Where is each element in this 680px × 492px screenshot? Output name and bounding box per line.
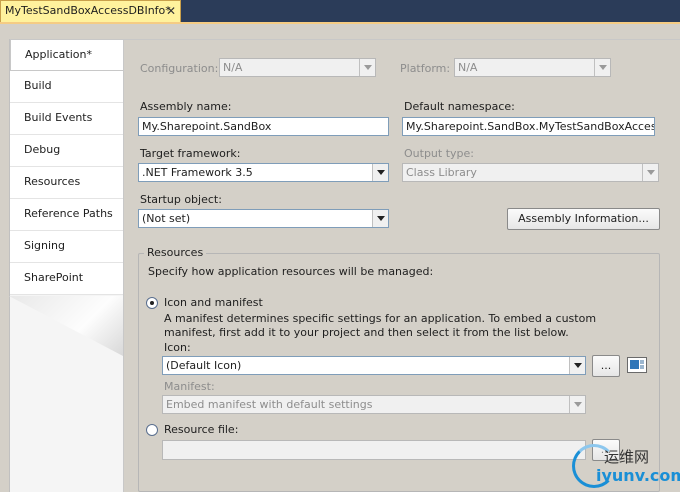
tab-build[interactable]: Build <box>10 71 124 103</box>
chevron-down-icon[interactable] <box>372 210 388 227</box>
configuration-label: Configuration: <box>140 62 219 75</box>
icon-manifest-description: A manifest determines specific settings … <box>164 312 597 339</box>
default-namespace-label: Default namespace: <box>404 100 515 113</box>
chevron-down-icon <box>642 164 658 181</box>
target-framework-label: Target framework: <box>140 147 241 160</box>
resource-file-input <box>162 440 586 460</box>
output-type-label: Output type: <box>404 147 474 160</box>
resource-file-radio[interactable] <box>146 424 158 436</box>
chevron-down-icon[interactable] <box>372 164 388 181</box>
property-tabs: Application* Build Build Events Debug Re… <box>9 39 126 492</box>
tab-label: Application* <box>25 48 92 61</box>
tab-label: Debug <box>24 143 61 156</box>
assembly-information-button[interactable]: Assembly Information... <box>507 208 660 230</box>
browse-icon-button[interactable]: ... <box>592 355 620 377</box>
tab-label: Build Events <box>24 111 93 124</box>
target-framework-combo[interactable]: .NET Framework 3.5 <box>138 163 389 182</box>
output-type-combo: Class Library <box>402 163 659 182</box>
tab-resources[interactable]: Resources <box>10 167 124 199</box>
tab-reference-paths[interactable]: Reference Paths <box>10 199 124 231</box>
icon-preview-icon <box>627 357 647 373</box>
resource-file-label[interactable]: Resource file: <box>164 423 238 436</box>
platform-combo: N/A <box>454 58 611 77</box>
tab-label: Reference Paths <box>24 207 113 220</box>
icon-value: (Default Icon) <box>166 359 242 372</box>
startup-object-combo[interactable]: (Not set) <box>138 209 389 228</box>
icon-manifest-label[interactable]: Icon and manifest <box>164 296 263 309</box>
icon-manifest-radio[interactable] <box>146 297 158 309</box>
icon-combo[interactable]: (Default Icon) <box>162 356 586 375</box>
manifest-label: Manifest: <box>164 380 215 393</box>
assembly-name-label: Assembly name: <box>140 100 232 113</box>
document-tab-title: MyTestSandBoxAccessDBInfo* <box>5 4 171 17</box>
target-framework-value: .NET Framework 3.5 <box>142 166 253 179</box>
close-icon[interactable]: ✕ <box>166 1 176 21</box>
tab-signing[interactable]: Signing <box>10 231 124 263</box>
tab-application[interactable]: Application* <box>10 39 126 71</box>
configuration-value: N/A <box>223 61 243 74</box>
watermark-text: iyunv.com <box>596 466 680 485</box>
startup-object-value: (Not set) <box>142 212 191 225</box>
manifest-value: Embed manifest with default settings <box>166 398 373 411</box>
chevron-down-icon[interactable] <box>569 357 585 374</box>
icon-label: Icon: <box>164 341 191 354</box>
watermark-text-cn: 运维网 <box>604 448 650 466</box>
tab-sharepoint[interactable]: SharePoint <box>10 263 124 295</box>
tab-label: SharePoint <box>24 271 84 284</box>
tab-label: Build <box>24 79 52 92</box>
tab-debug[interactable]: Debug <box>10 135 124 167</box>
chevron-down-icon <box>359 59 375 76</box>
tab-label: Signing <box>24 239 66 252</box>
startup-object-label: Startup object: <box>140 193 222 206</box>
resources-group-title: Resources <box>144 246 207 259</box>
default-namespace-input[interactable]: My.Sharepoint.SandBox.MyTestSandBoxAcces… <box>402 117 655 136</box>
assembly-name-input[interactable]: My.Sharepoint.SandBox <box>138 117 389 136</box>
resources-description: Specify how application resources will b… <box>148 265 434 278</box>
manifest-combo: Embed manifest with default settings <box>162 395 586 414</box>
chevron-down-icon <box>569 396 585 413</box>
chevron-down-icon <box>594 59 610 76</box>
platform-label: Platform: <box>400 62 451 75</box>
configuration-combo: N/A <box>219 58 376 77</box>
document-tab[interactable]: MyTestSandBoxAccessDBInfo* ✕ <box>0 0 181 22</box>
tab-label: Resources <box>24 175 81 188</box>
platform-value: N/A <box>458 61 478 74</box>
output-type-value: Class Library <box>406 166 477 179</box>
tab-build-events[interactable]: Build Events <box>10 103 124 135</box>
